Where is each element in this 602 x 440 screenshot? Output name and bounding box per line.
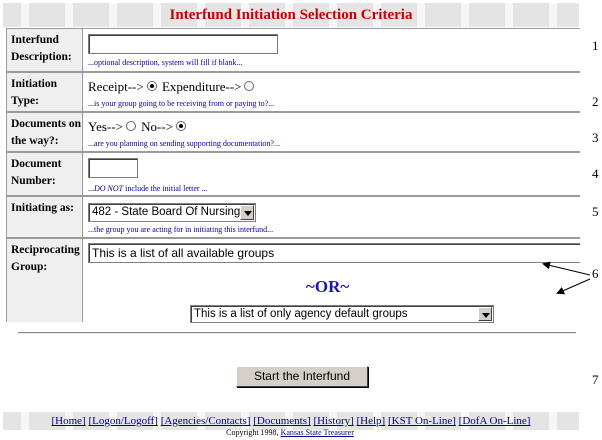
nav-agencies-link[interactable]: [Agencies/Contacts] <box>161 415 251 427</box>
step-number: 5 <box>592 204 599 219</box>
agency-groups-text: This is a list of only agency default gr… <box>194 308 408 320</box>
nav-dofa-link[interactable]: [DofA On-Line] <box>459 415 531 427</box>
label-cell: Interfund Description: <box>7 29 83 71</box>
expenditure-radio[interactable] <box>244 81 255 91</box>
start-interfund-button[interactable]: Start the Interfund <box>236 366 368 387</box>
receipt-radio[interactable] <box>146 81 157 91</box>
description-label: Interfund Description: <box>11 34 72 63</box>
document-number-label: Document Number: <box>11 158 62 187</box>
documents-hint: ...are you planning on sending supportin… <box>88 139 280 148</box>
initiating-as-value: 482 - State Board Of Nursing <box>92 206 241 218</box>
row-description: Interfund Description: ...optional descr… <box>6 28 580 72</box>
nav-home-link[interactable]: [Home] <box>52 415 86 427</box>
row-document-number: Document Number: ...DO NOT include the i… <box>6 152 580 196</box>
expenditure-option-label: Expenditure--> <box>161 79 242 94</box>
row-documents: Documents on the way?: Yes--> No--> ...a… <box>6 112 580 152</box>
step-number: 4 <box>592 166 599 181</box>
documents-label: Documents on the way?: <box>11 118 81 147</box>
initiating-as-label: Initiating as: <box>11 202 74 214</box>
initiating-as-hint: ...the group you are acting for in initi… <box>88 225 274 234</box>
description-hint: ...optional description, system will fil… <box>88 58 243 67</box>
copyright-link[interactable]: Kansas State Treasurer <box>281 428 354 437</box>
initiation-type-hint: ...is your group going to be receiving f… <box>88 99 275 108</box>
nav-help-link[interactable]: [Help] <box>357 415 386 427</box>
divider <box>18 332 576 334</box>
nav-documents-link[interactable]: [Documents] <box>253 415 310 427</box>
annotation-arrows <box>542 261 591 295</box>
step-number: 7 <box>592 372 599 387</box>
all-groups-select[interactable]: This is a list of all available groups <box>88 243 580 263</box>
no-option-label: No--> <box>141 119 174 134</box>
row-initiation-type: Initiation Type: Receipt--> Expenditure-… <box>6 72 580 112</box>
initiation-type-label: Initiation Type: <box>11 78 58 107</box>
nav-kst-link[interactable]: [KST On-Line] <box>388 415 456 427</box>
step-number: 6 <box>592 266 599 281</box>
nav-history-link[interactable]: [History] <box>313 415 353 427</box>
description-input[interactable] <box>88 34 278 54</box>
chevron-down-icon[interactable] <box>240 205 254 220</box>
row-initiating-as: Initiating as: 482 - State Board Of Nurs… <box>6 196 580 238</box>
document-number-input[interactable] <box>88 158 138 178</box>
nav-logon-link[interactable]: [Logon/Logoff] <box>88 415 157 427</box>
all-groups-text: This is a list of all available groups <box>92 246 275 260</box>
no-radio[interactable] <box>176 121 187 131</box>
yes-radio[interactable] <box>125 121 136 131</box>
yes-option-label: Yes--> <box>88 119 123 134</box>
initiating-as-select[interactable]: 482 - State Board Of Nursing <box>88 203 256 222</box>
step-number: 1 <box>592 38 599 53</box>
receipt-option-label: Receipt--> <box>88 79 144 94</box>
reciprocating-label: Reciprocating Group: <box>11 244 80 273</box>
row-reciprocating: Reciprocating Group: This is a list of a… <box>6 238 580 323</box>
page-frame: Interfund Initiation Selection Criteria … <box>0 0 580 440</box>
step-number: 3 <box>592 130 599 145</box>
page-title: Interfund Initiation Selection Criteria <box>169 7 413 23</box>
copyright: Copyright 1998, Kansas State Treasurer <box>226 428 354 437</box>
title-bar: Interfund Initiation Selection Criteria <box>3 3 579 27</box>
or-separator: ~OR~ <box>306 277 350 296</box>
agency-groups-select[interactable]: This is a list of only agency default gr… <box>190 305 494 323</box>
step-number: 2 <box>592 94 599 109</box>
chevron-down-icon[interactable] <box>478 307 492 321</box>
document-number-hint: ...DO NOT include the initial letter ... <box>88 184 208 193</box>
